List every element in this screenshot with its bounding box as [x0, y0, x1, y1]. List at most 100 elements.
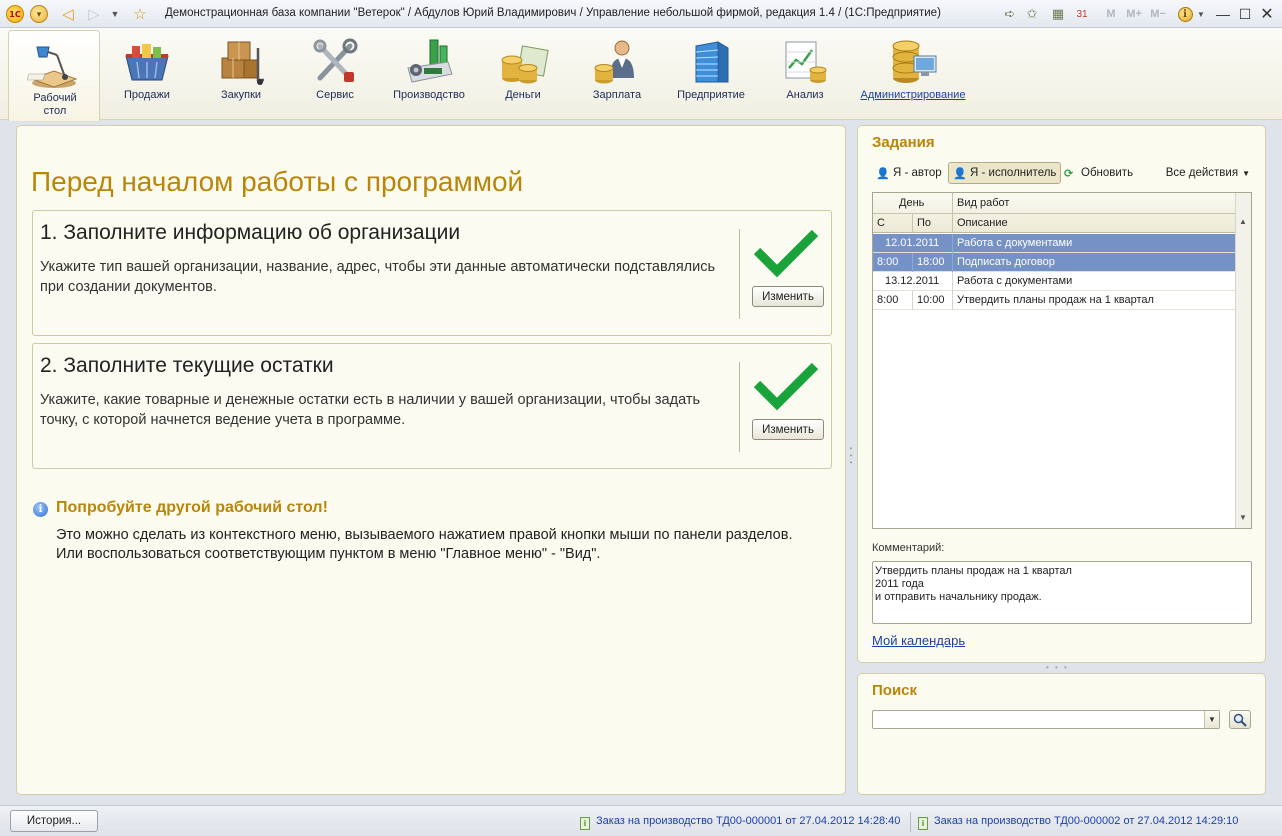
info-icon: i: [33, 502, 48, 517]
tasks-panel: Задания 👤 Я - автор 👤 Я - исполнитель ⟳ …: [857, 125, 1266, 663]
comment-line: и отправить начальнику продаж.: [875, 591, 1042, 603]
document-icon: i: [580, 817, 590, 830]
table-row[interactable]: 12.01.2011 Работа с документами: [873, 234, 1236, 253]
cell-divider: [952, 253, 953, 272]
calculator-icon[interactable]: ▦: [1050, 4, 1066, 24]
chart-icon: [778, 38, 832, 86]
scroll-up-icon[interactable]: ▲: [1239, 217, 1247, 226]
card-title: 2. Заполните текущие остатки: [40, 354, 334, 377]
table-row[interactable]: 8:00 18:00 Подписать договор: [873, 253, 1236, 272]
desk-lamp-icon: [26, 41, 81, 89]
search-history-dropdown-icon[interactable]: ▼: [1204, 711, 1219, 728]
horizontal-splitter[interactable]: • • •: [1046, 663, 1076, 672]
vertical-splitter[interactable]: • • •: [848, 445, 854, 475]
memory-m-minus-button[interactable]: M−: [1148, 4, 1168, 24]
sections-panel: Рабочий стол Продажи Закупки Сервис Прои…: [0, 28, 1282, 121]
my-calendar-link[interactable]: Мой календарь: [872, 633, 965, 648]
search-button[interactable]: [1229, 710, 1251, 729]
title-bar: 1С ▾ ◁ ▷ ▼ ☆ Демонстрационная база компа…: [0, 0, 1282, 28]
column-header-day[interactable]: День: [899, 197, 924, 209]
edit-org-info-button[interactable]: Изменить: [752, 286, 824, 307]
button-label: Я - автор: [893, 167, 942, 179]
column-header-work-type[interactable]: Вид работ: [957, 197, 1009, 209]
add-favorite-icon[interactable]: ✩: [1024, 4, 1040, 24]
table-row[interactable]: 13.12.2011 Работа с документами: [873, 272, 1236, 291]
cell-divider: [912, 291, 913, 310]
section-label: Сервис: [316, 89, 354, 101]
column-header-to[interactable]: По: [917, 217, 931, 229]
history-dropdown-icon[interactable]: ▼: [108, 4, 122, 24]
section-desktop[interactable]: Рабочий стол: [8, 30, 100, 121]
section-label: Рабочий стол: [33, 92, 77, 117]
filter-executor-button[interactable]: 👤 Я - исполнитель: [948, 162, 1062, 184]
button-label: Обновить: [1081, 167, 1134, 179]
main-menu-icon[interactable]: ▾: [30, 5, 48, 23]
scroll-down-icon[interactable]: ▼: [1239, 513, 1247, 522]
comment-label: Комментарий:: [872, 542, 945, 554]
info-line: Или воспользоваться соответствующим пунк…: [56, 546, 601, 562]
card-title: 1. Заполните информацию об организации: [40, 221, 461, 244]
section-production[interactable]: Производство: [386, 28, 472, 120]
checkmark-icon: [753, 225, 819, 279]
section-administration[interactable]: Администрирование: [856, 28, 970, 120]
column-header-description[interactable]: Описание: [957, 217, 1008, 229]
close-icon[interactable]: ✕: [1258, 4, 1276, 24]
edit-balances-button[interactable]: Изменить: [752, 419, 824, 440]
all-actions-menu[interactable]: Все действия ▼: [1162, 162, 1254, 184]
section-enterprise[interactable]: Предприятие: [668, 28, 754, 120]
row-to: 10:00: [917, 294, 945, 306]
history-button[interactable]: История...: [10, 810, 98, 832]
section-sales[interactable]: Продажи: [104, 28, 190, 120]
balances-card: 2. Заполните текущие остатки Укажите, ка…: [32, 343, 832, 469]
comment-line: 2011 года: [875, 578, 924, 590]
minimize-icon[interactable]: —: [1214, 4, 1232, 24]
building-icon: [684, 38, 738, 86]
user-icon: 👤: [876, 167, 890, 180]
section-label: Закупки: [220, 89, 262, 101]
comment-line: Утвердить планы продаж на 1 квартал: [875, 565, 1072, 577]
favorites-star-icon[interactable]: ☆: [130, 4, 150, 24]
info-title: Попробуйте другой рабочий стол!: [56, 499, 328, 516]
notification-link[interactable]: i Заказ на производство ТД00-000001 от 27…: [580, 815, 900, 830]
section-label: Администрирование: [860, 89, 966, 101]
forward-arrow-icon[interactable]: ▷: [84, 4, 104, 24]
table-row[interactable]: 8:00 10:00 Утвердить планы продаж на 1 к…: [873, 291, 1236, 310]
search-input[interactable]: [872, 710, 1220, 729]
tasks-title: Задания: [872, 134, 935, 151]
section-money[interactable]: Деньги: [480, 28, 566, 120]
section-analysis[interactable]: Анализ: [762, 28, 848, 120]
table-scrollbar[interactable]: ▲ ▼: [1235, 193, 1251, 528]
chevron-down-icon: ▼: [1242, 168, 1250, 178]
section-label: Анализ: [786, 89, 824, 101]
checkmark-icon: [753, 358, 819, 412]
info-dropdown-icon[interactable]: ▼: [1196, 4, 1206, 24]
section-label: Предприятие: [677, 89, 745, 101]
search-icon: [1233, 713, 1247, 727]
cell-divider: [952, 272, 953, 291]
memory-m-button[interactable]: M: [1104, 4, 1118, 24]
goto-link-icon[interactable]: ➪: [1002, 4, 1018, 24]
header-divider: [873, 213, 1236, 214]
filter-author-button[interactable]: 👤 Я - автор: [872, 162, 946, 184]
column-header-from[interactable]: С: [877, 217, 885, 229]
card-description: Укажите тип вашей организации, название,…: [40, 259, 716, 295]
app-logo-icon[interactable]: 1С: [6, 5, 24, 23]
notification-link[interactable]: i Заказ на производство ТД00-000002 от 27…: [918, 815, 1238, 830]
row-day: 12.01.2011: [885, 237, 940, 249]
back-arrow-icon[interactable]: ◁: [58, 4, 78, 24]
table-header: День Вид работ С По Описание: [873, 193, 1236, 233]
section-label: Продажи: [124, 89, 170, 101]
info-menu-icon[interactable]: i: [1176, 4, 1194, 24]
comment-field[interactable]: Утвердить планы продаж на 1 квартал 2011…: [872, 561, 1252, 624]
memory-m-plus-button[interactable]: M+: [1124, 4, 1144, 24]
header-divider: [912, 213, 913, 233]
notification-text: Заказ на производство ТД00-000001 от 27.…: [596, 815, 901, 827]
window-title: Демонстрационная база компании "Ветерок"…: [165, 7, 941, 19]
refresh-button[interactable]: ⟳ Обновить: [1060, 162, 1137, 184]
search-panel: Поиск ▼: [857, 673, 1266, 795]
section-service[interactable]: Сервис: [292, 28, 378, 120]
section-salary[interactable]: Зарплата: [574, 28, 660, 120]
section-purchases[interactable]: Закупки: [198, 28, 284, 120]
calendar-icon[interactable]: 31: [1074, 4, 1090, 24]
maximize-icon[interactable]: ☐: [1236, 4, 1254, 24]
